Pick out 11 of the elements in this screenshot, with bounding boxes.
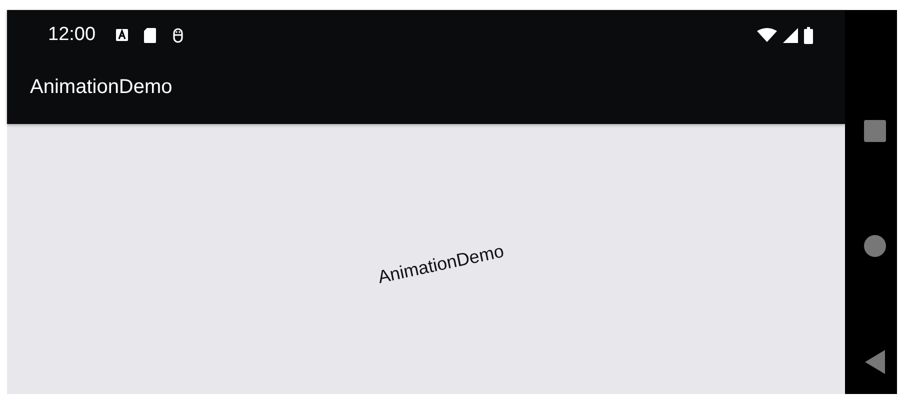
robot-icon: [172, 27, 184, 43]
sd-card-icon: [144, 28, 156, 42]
letter-a-icon: [116, 29, 128, 41]
wifi-icon: [757, 28, 777, 42]
signal-icon: [783, 28, 798, 42]
app-title: AnimationDemo: [29, 75, 172, 99]
back-button[interactable]: [864, 350, 884, 374]
recents-button[interactable]: [864, 120, 886, 142]
battery-icon: [804, 26, 813, 44]
home-button[interactable]: [864, 235, 886, 257]
status-time: 12:00: [48, 24, 96, 46]
